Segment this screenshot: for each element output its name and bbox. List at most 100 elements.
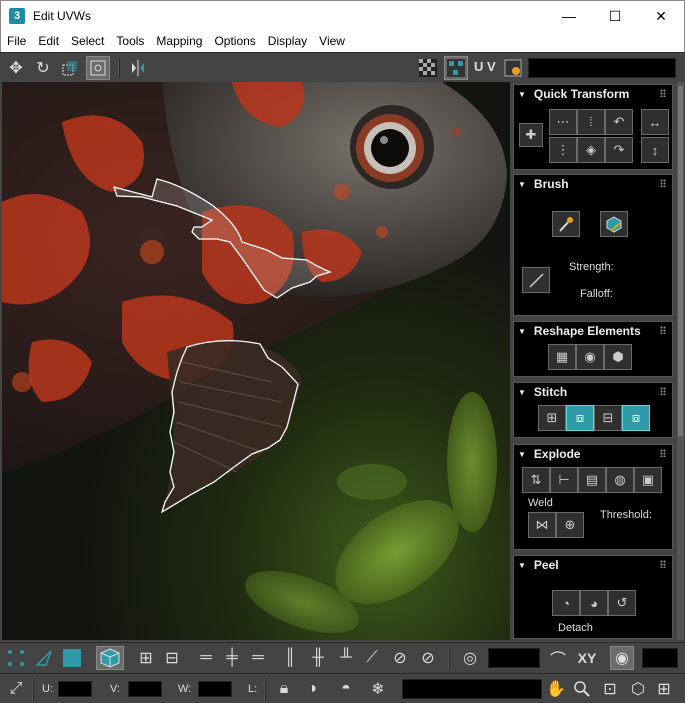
menu-mapping[interactable]: Mapping [150, 34, 208, 48]
move-icon[interactable]: ✥ [4, 56, 28, 80]
texture-dropdown[interactable] [528, 58, 676, 78]
falloff-space-xy[interactable]: XY [574, 646, 600, 670]
relax-icon[interactable]: ◉ [576, 344, 604, 370]
smoothing-group-field[interactable] [642, 648, 678, 668]
explode-break-icon[interactable]: ⇅ [522, 467, 550, 493]
paint-move-brush-icon[interactable] [552, 211, 580, 237]
pivot-icon[interactable]: ✚ [519, 123, 543, 147]
select-by-smoothing-icon[interactable]: ◉ [610, 646, 634, 670]
rollout-header-stitch[interactable]: ▼ Stitch [514, 383, 672, 401]
menu-select[interactable]: Select [65, 34, 110, 48]
freeze-icon[interactable]: ❄ [366, 677, 390, 701]
align-linear-icon[interactable]: ⋮ [549, 137, 577, 163]
rollout-header-explode[interactable]: ▼ Explode [514, 445, 672, 463]
stitch-custom-icon[interactable]: ⊞ [538, 405, 566, 431]
rollout-header-reshape-elements[interactable]: ▼ Reshape Elements [514, 322, 672, 340]
ring-select-icon[interactable]: ║ [278, 646, 302, 670]
absolute-offset-icon[interactable]: ⤢ [4, 677, 28, 701]
falloff-curve-icon[interactable]: ⌒ [546, 646, 570, 670]
zoom-extents-icon[interactable]: ⬡ [626, 677, 650, 701]
hide-icon[interactable]: ◑ [300, 677, 324, 701]
lock-icon[interactable]: 🔒︎ [272, 677, 296, 701]
rotate-icon[interactable]: ↻ [31, 56, 55, 80]
loop-select-icon[interactable]: ═ [194, 646, 218, 670]
explode-by-smoothing-icon[interactable]: ⊢ [550, 467, 578, 493]
space-horizontal-icon[interactable]: ↔ [641, 109, 669, 135]
loop-shrink-icon[interactable]: ═ [246, 646, 270, 670]
rollout-header-brush[interactable]: ▼ Brush [514, 175, 672, 193]
weld-selected-icon[interactable]: ⋈ [528, 512, 556, 538]
ring-grow-icon[interactable]: ╫ [306, 646, 330, 670]
space-vertical-icon[interactable]: ↕ [641, 137, 669, 163]
ring-shrink-icon[interactable]: ╨ [334, 646, 358, 670]
uv-viewport[interactable] [2, 82, 510, 640]
vertex-select-icon[interactable] [4, 646, 28, 670]
align-vertical-icon[interactable]: ⦙ [577, 109, 605, 135]
zoom-selected-icon[interactable]: ⊞ [652, 677, 676, 701]
weld-target-icon[interactable]: ⊕ [556, 512, 584, 538]
menu-edit[interactable]: Edit [32, 34, 65, 48]
brush-falloff-curve-icon[interactable] [522, 267, 550, 293]
rollout-header-quick-transform[interactable]: ▼ Quick Transform [514, 85, 672, 103]
polygon-select-icon[interactable] [60, 646, 84, 670]
explode-by-element-icon[interactable]: ▣ [634, 467, 662, 493]
reset-peel-icon[interactable]: ↺ [608, 590, 636, 616]
panel-scrollbar[interactable] [677, 82, 684, 640]
minimize-button[interactable]: — [546, 1, 592, 31]
falloff-distance-field[interactable] [488, 648, 540, 668]
checker-pattern-icon[interactable] [416, 56, 440, 80]
explode-by-material-icon[interactable]: ▤ [578, 467, 606, 493]
settings-gear-icon[interactable] [501, 56, 525, 80]
straighten-icon[interactable]: ▦ [548, 344, 576, 370]
align-center-icon[interactable]: ◈ [577, 137, 605, 163]
element-select-icon[interactable] [96, 646, 124, 670]
grip-icon[interactable] [660, 449, 666, 457]
paint-shrink-icon[interactable]: ⊘ [416, 646, 440, 670]
stitch-average-icon[interactable]: ⊟ [594, 405, 622, 431]
freeform-icon[interactable] [86, 56, 110, 80]
grip-icon[interactable] [660, 387, 666, 395]
close-button[interactable]: ✕ [638, 1, 684, 31]
scroll-thumb[interactable] [678, 86, 683, 436]
maximize-button[interactable]: ☐ [592, 1, 638, 31]
stitch-to-source-icon[interactable]: ⧈ [622, 405, 650, 431]
scale-icon[interactable] [58, 56, 82, 80]
shrink-selection-icon[interactable]: ⊟ [160, 646, 184, 670]
grip-icon[interactable] [660, 89, 666, 97]
menu-options[interactable]: Options [208, 34, 261, 48]
menu-view[interactable]: View [313, 34, 351, 48]
paint-select-icon[interactable]: ⟋ [360, 646, 384, 670]
zoom-region-icon[interactable]: ⊡ [598, 677, 622, 701]
peel-mode-icon[interactable]: ◕ [580, 590, 608, 616]
soft-selection-icon[interactable]: ◎ [458, 646, 482, 670]
relax-brush-icon[interactable] [600, 211, 628, 237]
rotate-cw-icon[interactable]: ↷ [605, 137, 633, 163]
flatten-icon[interactable]: ⬢ [604, 344, 632, 370]
loop-grow-icon[interactable]: ╪ [220, 646, 244, 670]
u-field[interactable] [58, 681, 92, 697]
explode-by-polygon-icon[interactable]: ◍ [606, 467, 634, 493]
grip-icon[interactable] [660, 326, 666, 334]
uv-axis-label[interactable]: U V [474, 59, 496, 74]
quick-peel-icon[interactable]: ◔ [552, 590, 580, 616]
pan-icon[interactable]: ✋ [544, 677, 568, 701]
show-icon[interactable]: ◓ [334, 677, 358, 701]
stitch-to-target-icon[interactable]: ⧈ [566, 405, 594, 431]
rollout-header-peel[interactable]: ▼ Peel [514, 556, 672, 574]
v-field[interactable] [128, 681, 162, 697]
w-field[interactable] [198, 681, 232, 697]
grip-icon[interactable] [660, 560, 666, 568]
zoom-icon[interactable] [570, 677, 594, 701]
menu-display[interactable]: Display [262, 34, 313, 48]
mirror-icon[interactable] [126, 56, 150, 80]
menu-tools[interactable]: Tools [110, 34, 150, 48]
rotate-ccw-icon[interactable]: ↶ [605, 109, 633, 135]
paint-grow-icon[interactable]: ⊘ [388, 646, 412, 670]
texture-toggle-icon[interactable] [444, 56, 468, 80]
edge-select-icon[interactable] [32, 646, 56, 670]
grow-selection-icon[interactable]: ⊞ [134, 646, 158, 670]
filter-dropdown[interactable] [402, 679, 542, 699]
align-horizontal-icon[interactable]: ⋯ [549, 109, 577, 135]
menu-file[interactable]: File [1, 34, 32, 48]
grip-icon[interactable] [660, 179, 666, 187]
